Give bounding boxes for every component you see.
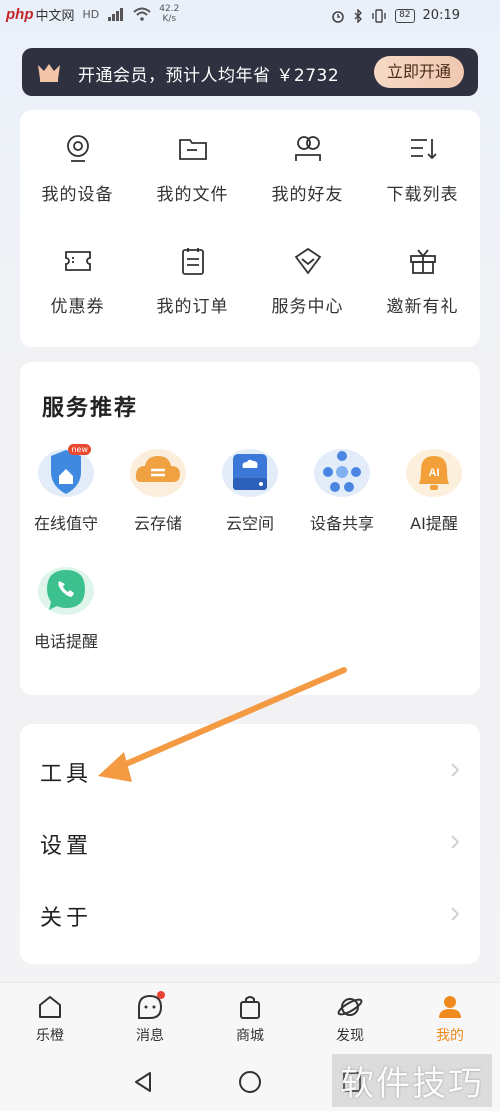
status-bar: php 中文网 HD 42.2 K/s 82 20:19 <box>0 0 500 34</box>
grid-item-label: 邀新有礼 <box>386 297 459 317</box>
php-logo: php <box>6 5 34 23</box>
vip-promo-text: 开通会员，预计人均年省 ￥2732 <box>78 66 340 86</box>
services-card: 服务推荐 new 在线值守 云存储 云空间 设备共享 AI AI提醒 电话提醒 <box>20 362 480 695</box>
service-ai-reminder[interactable]: AI AI提醒 <box>388 444 480 534</box>
service-label: AI提醒 <box>410 514 458 533</box>
grid-item-label: 下载列表 <box>386 185 459 205</box>
grid-item-service-center[interactable]: 服务中心 <box>250 222 365 334</box>
net-speed-unit: K/s <box>162 14 177 24</box>
battery-indicator: 82 <box>395 8 415 23</box>
menu-item-about[interactable]: 关于 <box>20 880 480 950</box>
service-label: 电话提醒 <box>33 632 98 651</box>
share-nodes-icon <box>311 444 373 502</box>
ai-bell-icon: AI <box>403 444 465 502</box>
crown-icon <box>38 64 60 82</box>
profile-icon <box>439 996 461 1018</box>
shield-home-icon: new <box>35 444 97 502</box>
planet-icon <box>337 998 363 1016</box>
home-circle-icon[interactable] <box>238 1070 262 1094</box>
new-badge: new <box>68 444 91 455</box>
grid-item-my-orders[interactable]: 我的订单 <box>135 222 250 334</box>
phone-icon <box>35 562 97 620</box>
watermark-text: 软件技巧 <box>332 1054 492 1107</box>
grid-item-label: 我的好友 <box>271 185 344 205</box>
unread-dot <box>157 991 165 999</box>
bag-icon <box>240 996 260 1019</box>
grid-item-my-files[interactable]: 我的文件 <box>135 110 250 222</box>
tab-messages[interactable]: 消息 <box>100 983 200 1054</box>
grid-item-label: 我的订单 <box>156 297 229 317</box>
tab-label: 商城 <box>236 1028 264 1044</box>
service-cloud-space[interactable]: 云空间 <box>204 444 296 534</box>
order-icon <box>176 244 210 278</box>
service-online-guard[interactable]: new 在线值守 <box>20 444 112 534</box>
tab-label: 我的 <box>436 1028 464 1044</box>
tab-label: 乐橙 <box>36 1028 64 1044</box>
services-title: 服务推荐 <box>42 396 139 421</box>
services-row: new 在线值守 云存储 云空间 设备共享 AI AI提醒 <box>20 444 480 534</box>
grid-item-my-devices[interactable]: 我的设备 <box>20 110 135 222</box>
home-icon <box>39 996 61 1018</box>
clock: 20:19 <box>422 8 460 23</box>
back-icon[interactable] <box>132 1070 154 1094</box>
tab-discover[interactable]: 发现 <box>300 983 400 1054</box>
tab-mall[interactable]: 商城 <box>200 983 300 1054</box>
menu-item-label: 关于 <box>40 906 93 931</box>
gift-icon <box>406 244 440 278</box>
folder-icon <box>176 132 210 166</box>
service-phone-reminder[interactable]: 电话提醒 <box>20 562 112 652</box>
tab-mine[interactable]: 我的 <box>400 983 500 1054</box>
service-icon <box>291 244 325 278</box>
grid-item-invite-gift[interactable]: 邀新有礼 <box>365 222 480 334</box>
coupon-icon <box>61 244 95 278</box>
tab-label: 发现 <box>336 1028 364 1044</box>
grid-item-label: 我的文件 <box>156 185 229 205</box>
service-label: 设备共享 <box>309 514 374 533</box>
tab-label: 消息 <box>136 1028 164 1044</box>
bottom-tab-bar: 乐橙 消息 商城 发现 我的 <box>0 982 500 1054</box>
services-row: 电话提醒 <box>20 562 480 652</box>
chevron-right-icon <box>451 835 460 849</box>
grid-item-download-list[interactable]: 下载列表 <box>365 110 480 222</box>
net-speed-value: 42.2 <box>159 4 180 14</box>
php-logo-cn: 中文网 <box>35 8 75 24</box>
menu-item-label: 设置 <box>40 834 93 859</box>
grid-item-label: 服务中心 <box>271 297 344 317</box>
vibrate-icon <box>372 8 386 23</box>
menu-item-label: 工具 <box>40 762 93 787</box>
cloud-disk-icon <box>219 444 281 502</box>
menu-item-tools[interactable]: 工具 <box>20 736 480 806</box>
hd-indicator: HD <box>82 7 100 21</box>
signal-icon <box>108 8 124 21</box>
menu-item-settings[interactable]: 设置 <box>20 808 480 878</box>
service-device-share[interactable]: 设备共享 <box>296 444 388 534</box>
svg-text:AI: AI <box>429 467 440 479</box>
grid-item-coupons[interactable]: 优惠券 <box>20 222 135 334</box>
download-list-icon <box>406 132 440 166</box>
service-cloud-storage[interactable]: 云存储 <box>112 444 204 534</box>
camera-icon <box>61 132 95 166</box>
chevron-right-icon <box>451 763 460 777</box>
menu-list-card: 工具 设置 关于 <box>20 724 480 964</box>
grid-item-label: 优惠券 <box>50 297 105 317</box>
service-label: 云空间 <box>225 514 274 533</box>
friends-icon <box>291 132 325 166</box>
wifi-icon <box>133 7 151 21</box>
service-label: 云存储 <box>133 514 182 533</box>
tab-lecheng[interactable]: 乐橙 <box>0 983 100 1054</box>
open-vip-button[interactable]: 立即开通 <box>374 56 464 88</box>
net-speed: 42.2 K/s <box>159 4 179 24</box>
alarm-icon <box>332 10 344 23</box>
chevron-right-icon <box>451 907 460 921</box>
bluetooth-icon <box>354 8 363 23</box>
feature-grid-card: 我的设备 我的文件 我的好友 下载列表 优惠券 我的订单 服务中心 邀新有礼 <box>20 110 480 347</box>
cloud-storage-icon <box>127 444 189 502</box>
vip-banner[interactable]: 开通会员，预计人均年省 ￥2732 立即开通 <box>22 48 478 96</box>
grid-item-my-friends[interactable]: 我的好友 <box>250 110 365 222</box>
grid-item-label: 我的设备 <box>41 185 114 205</box>
service-label: 在线值守 <box>33 514 98 533</box>
